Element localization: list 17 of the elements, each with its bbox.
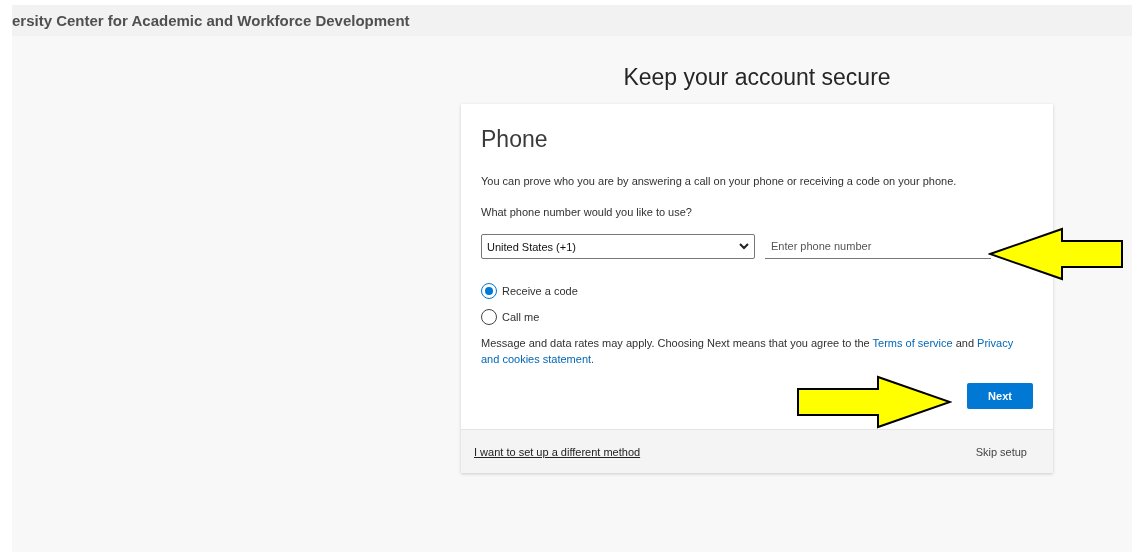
page-title: Keep your account secure — [623, 64, 891, 91]
left-arrow-icon — [988, 227, 1124, 281]
next-button[interactable]: Next — [967, 383, 1033, 409]
radio-button[interactable] — [481, 283, 497, 299]
different-method-link[interactable]: I want to set up a different method — [474, 445, 641, 458]
skip-setup-link[interactable]: Skip setup — [975, 445, 1027, 458]
radio-button[interactable] — [481, 309, 497, 325]
question-text: What phone number would you like to use? — [481, 205, 693, 220]
chevron-down-icon — [739, 243, 749, 250]
organization-name: ersity Center for Academic and Workforce Development — [12, 12, 410, 29]
country-select[interactable]: United States (+1) — [481, 234, 755, 259]
radio-label[interactable]: Receive a code — [502, 285, 578, 297]
right-arrow-icon — [796, 375, 952, 429]
radio-label[interactable]: Call me — [502, 311, 540, 323]
notice-text: Message and data rates may apply. Choosing Next means that you agree to the Terms of service and Privacy and cookies statement. — [481, 336, 1015, 367]
intro-text: You can prove who you are by answering a call on your phone or receiving a code on your phone. — [481, 174, 958, 189]
section-heading: Phone — [481, 126, 549, 153]
